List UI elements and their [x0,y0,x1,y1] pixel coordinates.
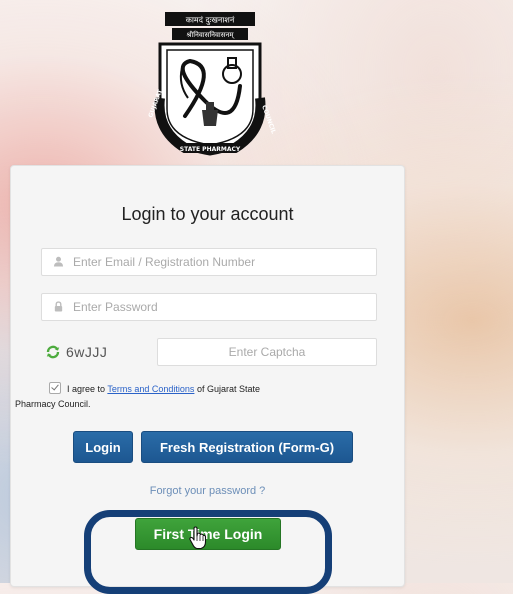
highlight-ring [84,510,332,594]
user-icon [53,256,65,268]
agree-terms-row: I agree to Terms and Conditions of Gujar… [15,382,379,409]
agree-terms-checkbox[interactable] [49,382,61,394]
refresh-captcha-icon[interactable] [45,344,61,360]
password-field-wrapper [41,293,377,321]
logo-banner-top-text: कामदं दुःखनाशनं [186,16,235,26]
captcha-field-wrapper [157,338,377,366]
fresh-registration-button[interactable]: Fresh Registration (Form-G) [141,431,353,463]
login-button[interactable]: Login [73,431,133,463]
agree-tail-text: Pharmacy Council. [15,399,91,409]
forgot-password-link[interactable]: Forgot your password ? [11,485,404,497]
terms-and-conditions-link[interactable]: Terms and Conditions [107,384,194,394]
email-input[interactable] [73,255,376,269]
logo-ring-text-bottom: STATE PHARMACY [180,146,241,153]
gujarat-state-pharmacy-council-logo: कामदं दुःखनाशनं श्रीनिवासनिवासनम् GUJARA… [147,12,277,156]
agree-suffix-text: of Gujarat State [196,384,260,394]
captcha-image-text: 6wJJJ [66,344,108,360]
captcha-input[interactable] [158,345,376,359]
lock-icon [53,301,65,313]
login-title: Login to your account [121,204,294,224]
captcha-row: 6wJJJ [45,344,107,360]
logo-banner-second-text: श्रीनिवासनिवासनम् [186,30,234,39]
email-field-wrapper [41,248,377,276]
hand-pointer-cursor-icon [189,526,207,550]
agree-prefix-text: I agree to [67,384,106,394]
logo-emblem [154,42,266,156]
password-input[interactable] [73,300,376,314]
